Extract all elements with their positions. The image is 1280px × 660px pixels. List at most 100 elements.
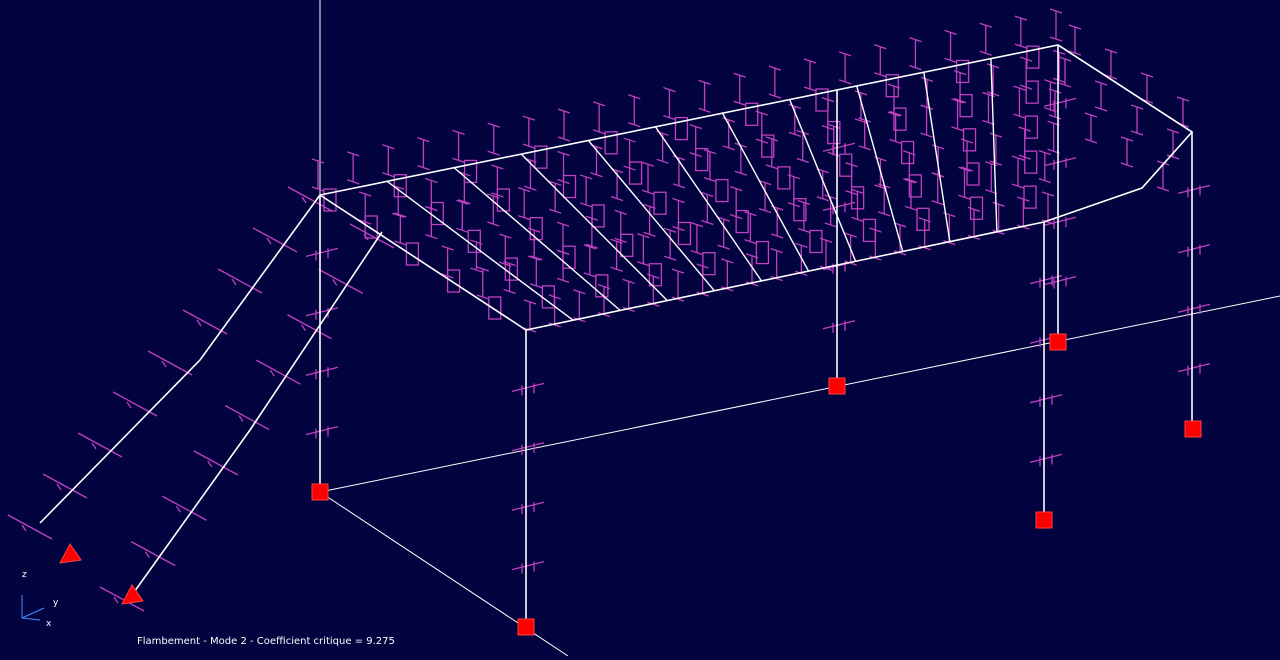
mode-glyph	[620, 233, 634, 257]
mode-glyph	[311, 158, 325, 192]
mode-glyph	[592, 101, 606, 135]
mode-glyph	[1049, 8, 1063, 42]
mode-glyph	[874, 44, 887, 78]
mode-glyph	[986, 63, 1000, 97]
mode-glyph	[522, 115, 536, 149]
purlin	[453, 167, 621, 311]
mode-glyph	[305, 425, 339, 439]
purlin	[721, 112, 810, 272]
axis-triad	[21, 595, 45, 621]
mode-glyph	[795, 242, 808, 277]
mode-glyph	[518, 187, 531, 221]
mode-glyph	[663, 86, 676, 121]
mode-glyph	[851, 188, 864, 223]
mode-glyph	[77, 432, 123, 458]
mode-glyph	[733, 72, 746, 106]
buckling-mode-shape	[7, 8, 1211, 612]
mode-glyph	[702, 252, 716, 276]
mode-glyph	[992, 201, 1005, 235]
mode-glyph	[305, 366, 339, 380]
mode-glyph	[909, 36, 922, 71]
mode-glyph	[770, 247, 783, 282]
mode-glyph	[252, 227, 298, 253]
purlin	[520, 153, 668, 302]
mode-glyph	[318, 268, 364, 294]
status-line: Flambement - Mode 2 - Coefficient critiq…	[137, 636, 395, 647]
mode-glyph	[622, 278, 635, 313]
mode-glyph	[768, 65, 782, 99]
mode-glyph	[822, 320, 856, 333]
mode-glyph	[951, 98, 964, 132]
mode-glyph	[405, 242, 420, 266]
mode-glyph	[1029, 394, 1063, 407]
mode-glyph	[628, 94, 641, 128]
mode-glyph	[573, 289, 586, 323]
mode-glyph	[1043, 157, 1077, 170]
mode-glyph	[1177, 244, 1211, 257]
purlin	[654, 126, 763, 282]
mode-glyph	[722, 117, 735, 151]
mode-glyph	[803, 58, 817, 92]
axis-label-x: x	[46, 619, 52, 629]
mode-glyph	[959, 93, 973, 118]
support-node	[1035, 511, 1053, 529]
scene-axes	[319, 0, 1280, 657]
mode-glyph	[557, 108, 571, 142]
mode-glyph	[42, 473, 88, 499]
mode-glyph	[476, 266, 490, 300]
mode-glyph	[1043, 216, 1077, 230]
mode-glyph	[610, 167, 624, 202]
support-node	[1184, 420, 1202, 438]
mode-glyph	[690, 222, 704, 256]
support-node	[517, 618, 535, 636]
mode-glyph	[1029, 453, 1063, 467]
mode-glyph	[182, 309, 228, 335]
mode-glyph	[1177, 362, 1211, 376]
support-node	[121, 584, 144, 605]
mode-glyph	[944, 29, 957, 64]
mode-glyph	[758, 180, 772, 214]
mode-glyph	[958, 166, 971, 200]
mode-glyph	[1024, 150, 1038, 174]
mode-glyph	[648, 263, 663, 287]
support-node	[59, 543, 82, 564]
mode-glyph	[797, 199, 811, 234]
mode-glyph	[765, 136, 779, 170]
mode-glyph	[1038, 149, 1052, 184]
mode-glyph	[1011, 155, 1025, 189]
mode-glyph	[511, 442, 545, 455]
mode-glyph	[147, 350, 193, 376]
mode-glyph	[822, 201, 856, 215]
purlin	[788, 99, 857, 262]
mode-glyph	[1024, 115, 1039, 139]
mode-glyph	[838, 51, 852, 85]
mode-glyph	[703, 148, 717, 183]
mode-glyph	[966, 162, 980, 186]
mode-glyph	[591, 204, 605, 228]
mode-glyph	[695, 147, 709, 172]
mode-glyph	[641, 161, 655, 195]
mode-glyph	[1104, 48, 1118, 80]
mode-glyph	[809, 229, 823, 254]
mode-glyph	[1013, 85, 1026, 119]
mode-glyph	[417, 136, 430, 171]
mode-glyph	[777, 166, 791, 190]
mode-glyph	[1023, 185, 1037, 209]
mode-glyph	[1084, 112, 1098, 144]
mode-glyph	[1014, 15, 1028, 49]
purlin	[923, 72, 951, 242]
mode-glyph	[862, 218, 877, 243]
mode-glyph	[496, 188, 511, 212]
mode-glyph	[456, 199, 469, 233]
support-node	[828, 377, 846, 395]
3d-viewport[interactable]	[0, 0, 1280, 657]
mode-glyph	[671, 268, 685, 302]
mode-glyph	[112, 391, 158, 417]
axis-label-y: y	[53, 598, 59, 608]
mode-glyph	[637, 233, 650, 267]
mode-glyph	[562, 245, 576, 269]
mode-glyph	[193, 450, 239, 476]
mode-glyph	[579, 174, 593, 208]
mode-glyph	[583, 244, 597, 278]
mode-glyph	[511, 382, 545, 396]
